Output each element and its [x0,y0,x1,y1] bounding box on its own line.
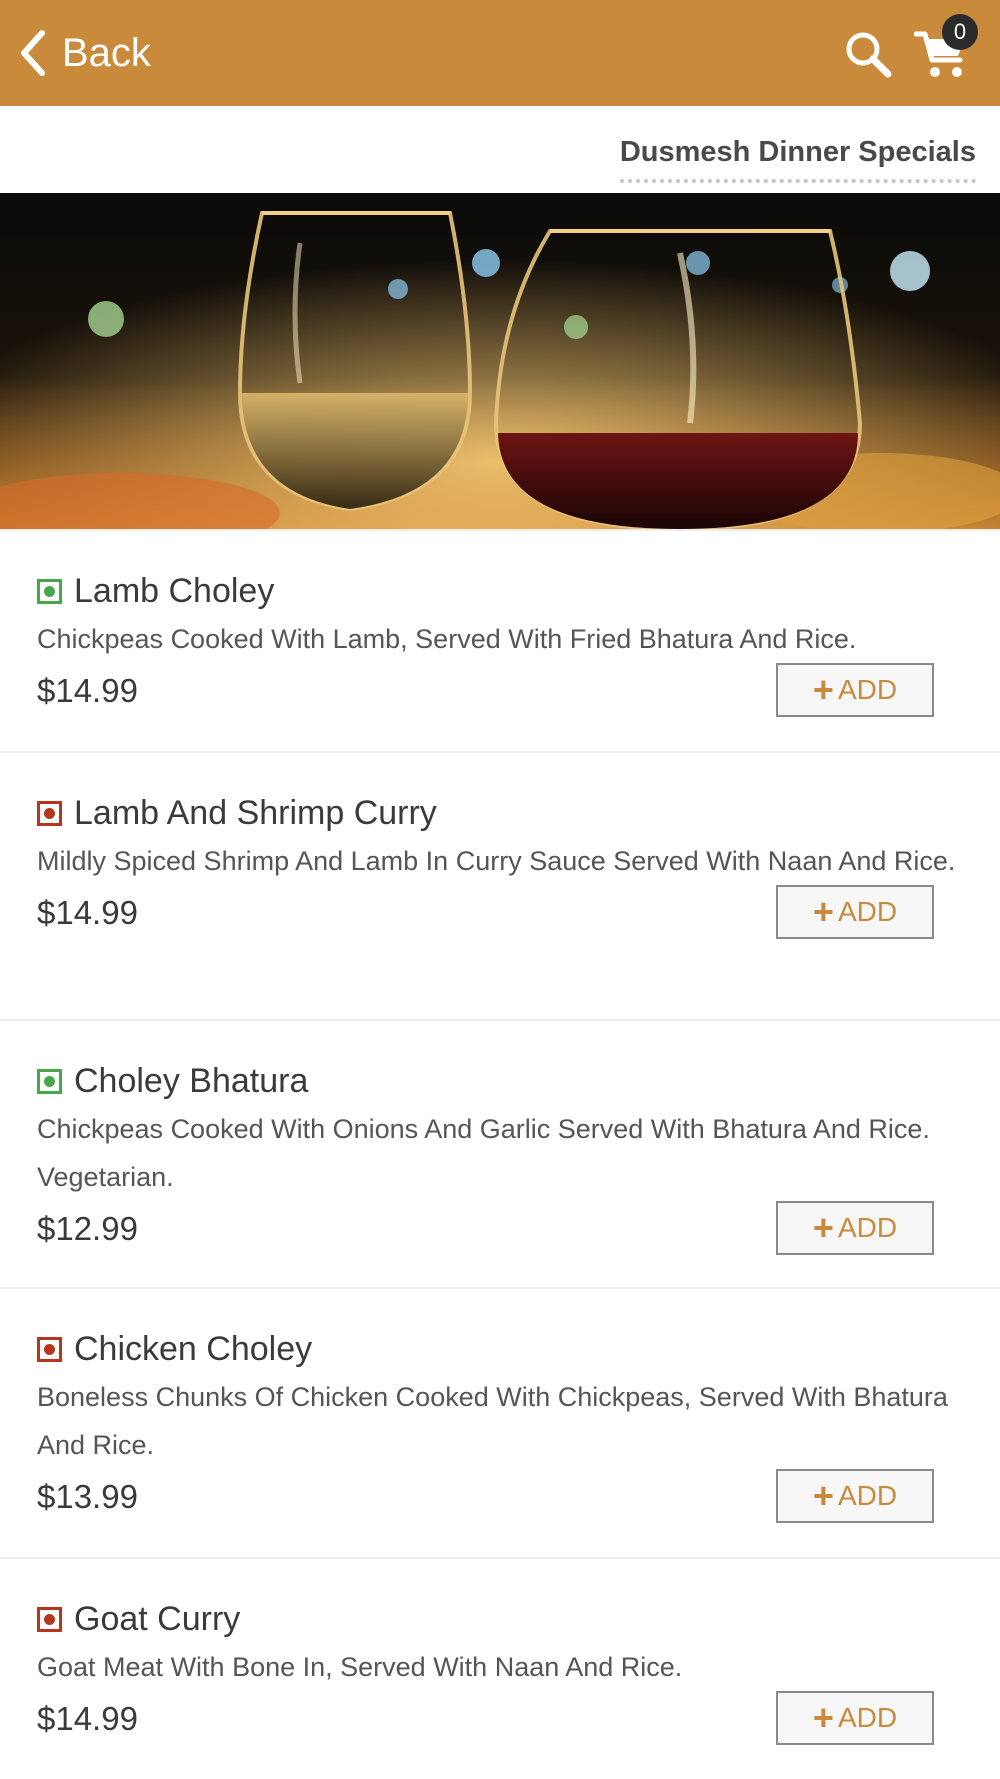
item-description: Chickpeas Cooked With Lamb, Served With … [37,624,857,654]
item-name: Lamb And Shrimp Curry [74,793,437,832]
app-header: Back 0 [0,0,1000,106]
menu-item: Chicken Choley Boneless Chunks Of Chicke… [0,1287,1000,1557]
plus-icon: + [812,891,834,932]
item-price: $14.99 [37,894,138,931]
add-label: ADD [837,1212,898,1243]
menu-list: Lamb Choley Chickpeas Cooked With Lamb, … [0,529,1000,1779]
menu-item: Lamb Choley Chickpeas Cooked With Lamb, … [0,529,1000,751]
add-button[interactable]: + ADD [776,1469,934,1523]
item-name: Lamb Choley [74,571,275,610]
item-description: Mildly Spiced Shrimp And Lamb In Curry S… [37,846,956,876]
banner-image [0,193,1000,529]
add-button[interactable]: + ADD [776,1201,934,1255]
item-name: Choley Bhatura [74,1061,309,1100]
item-price: $12.99 [37,1210,138,1247]
item-description: Goat Meat With Bone In, Served With Naan… [37,1652,683,1682]
veg-indicator-icon [37,578,62,604]
item-name: Goat Curry [74,1599,241,1638]
add-button[interactable]: + ADD [776,663,934,717]
item-name: Chicken Choley [74,1329,313,1368]
non-veg-indicator-icon [37,1606,62,1632]
add-label: ADD [837,896,898,927]
search-icon [846,32,892,78]
cart-count-badge: 0 [942,14,978,50]
back-button[interactable]: Back [18,26,151,80]
item-price: $14.99 [37,672,138,709]
item-price: $13.99 [37,1478,138,1515]
search-button[interactable] [842,28,894,80]
add-button[interactable]: + ADD [776,885,934,939]
add-label: ADD [837,1480,898,1511]
veg-indicator-icon [37,1068,62,1094]
item-price: $14.99 [37,1700,138,1737]
menu-item: Choley Bhatura Chickpeas Cooked With Oni… [0,1019,1000,1287]
item-description: Chickpeas Cooked With Onions And Garlic … [37,1114,930,1192]
menu-item: Lamb And Shrimp Curry Mildly Spiced Shri… [0,751,1000,1019]
non-veg-indicator-icon [37,800,62,826]
non-veg-indicator-icon [37,1336,62,1362]
plus-icon: + [812,669,834,710]
add-label: ADD [837,1702,898,1733]
add-label: ADD [837,674,898,705]
item-description: Boneless Chunks Of Chicken Cooked With C… [37,1382,948,1460]
plus-icon: + [812,1207,834,1248]
wine-glasses-image [0,193,1000,529]
category-title: Dusmesh Dinner Specials [619,136,976,183]
plus-icon: + [812,1475,834,1516]
back-label: Back [62,31,151,75]
plus-icon: + [812,1697,834,1738]
menu-item: Goat Curry Goat Meat With Bone In, Serve… [0,1557,1000,1779]
add-button[interactable]: + ADD [776,1691,934,1745]
chevron-left-icon [21,30,45,76]
